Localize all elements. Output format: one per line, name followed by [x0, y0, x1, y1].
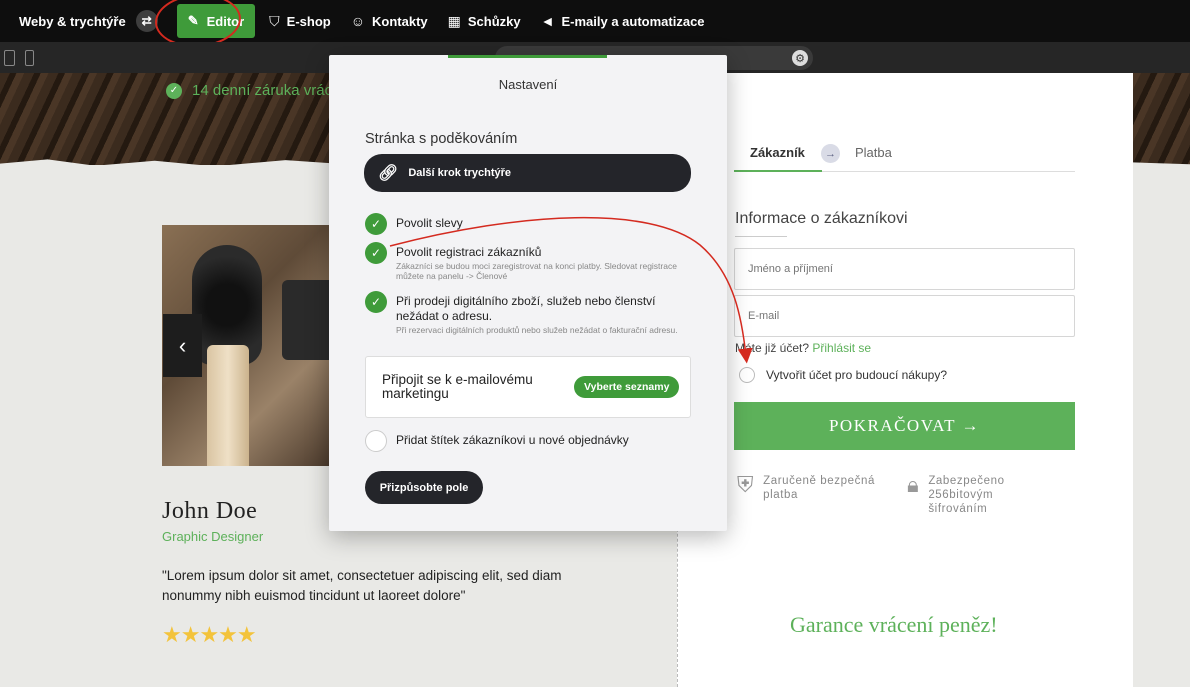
brand[interactable]: Weby & trychtýře ⇄	[19, 10, 158, 32]
email-marketing-box: Připojit se k e-mailovému marketingu Vyb…	[365, 356, 691, 418]
bag-icon: ⛉	[269, 12, 280, 29]
chevron-left-icon: ‹	[178, 332, 187, 358]
name-input[interactable]	[734, 248, 1075, 290]
trust-encrypted-text: Zabezpečeno 256bitovým šifrováním	[928, 475, 1005, 515]
brush-handle-shape	[207, 345, 249, 466]
check-icon[interactable]: ✓	[365, 213, 387, 235]
trust-encrypted: 🔒︎ Zabezpečeno 256bitovým šifrováním	[907, 474, 1037, 516]
brand-name: Weby & trychtýře	[19, 13, 126, 29]
testimonial-quote: "Lorem ipsum dolor sit amet, consectetue…	[162, 568, 562, 603]
has-account-text: Máte již účet?	[735, 341, 810, 355]
check-icon[interactable]: ✓	[365, 242, 387, 264]
select-lists-button[interactable]: Vyberte seznamy	[574, 376, 680, 398]
option-label: Povolit slevy	[396, 216, 463, 230]
edit-icon: ✎	[187, 13, 199, 28]
nav-item-label: Editor	[206, 13, 245, 29]
testimonial-role: Graphic Designer	[162, 529, 264, 544]
nav-item-contacts[interactable]: ☺ Kontakty	[341, 0, 438, 42]
login-link[interactable]: Přihlásit se	[812, 341, 871, 355]
nav-item-editor[interactable]: ✎ Editor	[176, 4, 256, 38]
link-icon: 🔗︎	[378, 165, 399, 182]
tab-underline	[734, 170, 822, 172]
customer-info-title: Informace o zákazníkovi	[735, 210, 908, 227]
guarantee-badge: ✓ 14 denní záruka vrác	[166, 82, 332, 99]
nav-item-label: Schůzky	[467, 13, 521, 29]
settings-popup: Nastavení Stránka s poděkováním 🔗︎ Další…	[329, 55, 727, 531]
next-step-button[interactable]: 🔗︎ Další krok trychtýře	[364, 154, 691, 192]
check-icon: ✓	[166, 82, 182, 99]
checkout-tabs: Zákazník → Platba	[734, 142, 1075, 172]
check-icon[interactable]: ✓	[365, 291, 387, 313]
create-account-label: Vytvořit účet pro budoucí nákupy?	[766, 368, 947, 382]
tablet-icon[interactable]	[4, 50, 15, 66]
next-step-label: Další krok trychtýře	[408, 167, 512, 179]
divider	[735, 236, 787, 237]
create-account-radio[interactable]	[739, 367, 755, 383]
nav-item-label: E-maily a automatizace	[561, 13, 705, 29]
option-label: Přidat štítek zákazníkovi u nové objedná…	[396, 433, 629, 447]
customize-fields-button[interactable]: Přizpůsobte pole	[365, 471, 483, 504]
tag-checkbox[interactable]	[365, 430, 387, 452]
shield-icon: ⛨	[737, 472, 755, 497]
tin-shape	[282, 280, 330, 360]
nav-item-label: Kontakty	[372, 13, 428, 29]
trust-secure: ⛨ Zaručeně bezpečná platba	[737, 474, 887, 502]
tab-payment[interactable]: Platba	[855, 145, 892, 160]
mobile-icon[interactable]	[25, 50, 34, 66]
guarantee-text: 14 denní záruka vrác	[192, 82, 333, 99]
option-description: Při rezervaci digitálních produktů nebo …	[396, 325, 678, 335]
trust-secure-text: Zaručeně bezpečná platba	[763, 475, 875, 501]
email-input[interactable]	[734, 295, 1075, 337]
contacts-icon: ☺	[350, 13, 366, 29]
popup-accent-bar	[448, 55, 607, 58]
email-marketing-label: Připojit se k e-mailovému marketingu	[382, 372, 533, 401]
create-account-row[interactable]: Vytvořit účet pro budoucí nákupy?	[739, 367, 947, 383]
nav-item-meetings[interactable]: ▦ Schůzky	[438, 0, 531, 42]
option-discounts[interactable]: ✓ Povolit slevy	[365, 213, 463, 235]
arrow-right-icon: →	[821, 144, 840, 163]
gear-icon[interactable]: ⚙	[792, 50, 808, 66]
lock-icon: 🔒︎	[907, 472, 920, 497]
testimonial-name: John Doe	[162, 498, 258, 524]
option-add-tag[interactable]: Přidat štítek zákazníkovi u nové objedná…	[365, 430, 629, 452]
megaphone-icon: ◄	[540, 13, 555, 29]
option-description: Zákazníci se budou moci zaregistrovat na…	[396, 261, 677, 281]
rating-stars: ★★★★★	[162, 622, 257, 647]
nav-item-emails[interactable]: ◄ E-maily a automatizace	[531, 0, 715, 42]
calendar-icon: ▦	[447, 12, 461, 29]
top-navigation: Weby & trychtýře ⇄ ✎ Editor ⛉ E-shop ☺ K…	[0, 0, 1190, 42]
money-back-heading: Garance vrácení peněz!	[790, 612, 998, 637]
continue-button[interactable]: POKRAČOVAT →	[734, 402, 1075, 450]
tab-customer[interactable]: Zákazník	[750, 145, 805, 160]
option-registration[interactable]: ✓ Povolit registraci zákazníků Zákazníci…	[365, 242, 685, 281]
option-label: Povolit registraci zákazníků	[396, 245, 542, 259]
thank-you-section-title: Stránka s poděkováním	[365, 131, 518, 147]
option-label: Při prodeji digitálního zboží, služeb ne…	[396, 294, 656, 323]
carousel-prev-button[interactable]: ‹	[163, 314, 202, 377]
popup-title: Nastavení	[498, 77, 558, 92]
nav-item-eshop[interactable]: ⛉ E-shop	[259, 0, 341, 42]
nav-item-label: E-shop	[286, 13, 331, 29]
swap-icon[interactable]: ⇄	[135, 10, 158, 32]
option-digital-goods[interactable]: ✓ Při prodeji digitálního zboží, služeb …	[365, 291, 685, 335]
has-account-row: Máte již účet? Přihlásit se	[735, 341, 871, 355]
